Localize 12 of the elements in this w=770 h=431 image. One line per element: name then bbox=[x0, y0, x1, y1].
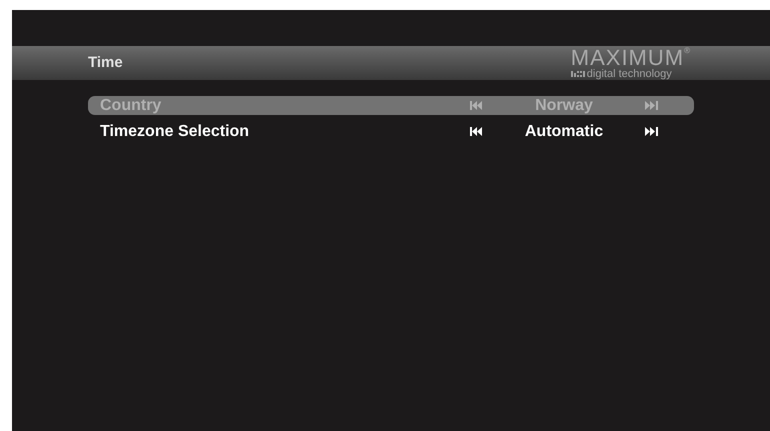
brand-tagline: digital technology bbox=[586, 68, 672, 80]
dots-icon bbox=[570, 70, 586, 78]
registered-mark: ® bbox=[684, 46, 690, 54]
skip-forward-icon[interactable] bbox=[645, 127, 658, 136]
setting-label: Country bbox=[100, 96, 162, 116]
setting-label: Timezone Selection bbox=[100, 122, 250, 142]
setting-row[interactable]: Timezone Selection Automatic bbox=[88, 122, 694, 141]
skip-back-icon[interactable] bbox=[470, 127, 483, 136]
setting-value: Automatic bbox=[524, 122, 604, 142]
page-title: Time bbox=[88, 52, 123, 73]
brand-logo: MAXIMUM bbox=[570, 46, 684, 68]
setting-value: Norway bbox=[534, 96, 594, 116]
